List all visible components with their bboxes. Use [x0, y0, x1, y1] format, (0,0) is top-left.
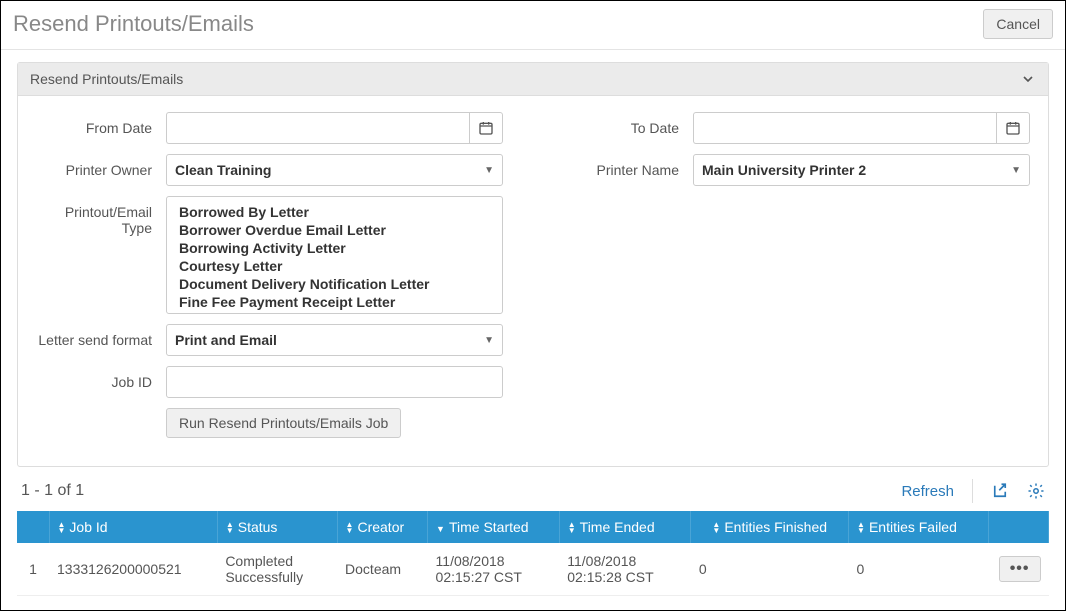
table-row: 1 1333126200000521 Completed Successfull…: [17, 543, 1049, 596]
panel-title: Resend Printouts/Emails: [30, 71, 183, 87]
list-item[interactable]: Fine Fee Payment Receipt Letter: [167, 293, 502, 311]
col-entities-finished[interactable]: ▲▼Entities Finished: [691, 511, 849, 543]
from-date-label: From Date: [36, 112, 166, 136]
printer-owner-label: Printer Owner: [36, 154, 166, 178]
run-job-button[interactable]: Run Resend Printouts/Emails Job: [166, 408, 401, 438]
list-item[interactable]: Courtesy Letter: [167, 257, 502, 275]
col-time-ended[interactable]: ▲▼Time Ended: [559, 511, 691, 543]
export-icon[interactable]: [991, 482, 1009, 500]
cell-time-started: 11/08/2018 02:15:27 CST: [428, 543, 560, 596]
cell-entities-failed: 0: [849, 543, 989, 596]
chevron-down-icon[interactable]: [1020, 71, 1036, 87]
calendar-icon[interactable]: [469, 112, 503, 144]
cell-entities-finished: 0: [691, 543, 849, 596]
letter-format-label: Letter send format: [36, 324, 166, 348]
letter-format-select[interactable]: Print and Email ▼: [166, 324, 503, 356]
to-date-label: To Date: [563, 112, 693, 136]
col-entities-failed[interactable]: ▲▼Entities Failed: [849, 511, 989, 543]
refresh-link[interactable]: Refresh: [901, 483, 954, 500]
printer-name-label: Printer Name: [563, 154, 693, 178]
cancel-button[interactable]: Cancel: [983, 9, 1053, 39]
to-date-input[interactable]: [693, 112, 996, 144]
from-date-input[interactable]: [166, 112, 469, 144]
printout-type-label: Printout/Email Type: [36, 196, 166, 236]
jobs-table: ▲▼Job Id ▲▼Status ▲▼Creator ▼Time Starte…: [17, 511, 1049, 596]
divider: [972, 479, 973, 503]
list-item[interactable]: Borrowed By Letter: [167, 203, 502, 221]
col-status[interactable]: ▲▼Status: [217, 511, 337, 543]
list-item[interactable]: Borrowing Activity Letter: [167, 239, 502, 257]
printer-name-select[interactable]: Main University Printer 2 ▼: [693, 154, 1030, 186]
cell-status: Completed Successfully: [217, 543, 337, 596]
row-actions-button[interactable]: •••: [999, 556, 1041, 582]
col-job-id[interactable]: ▲▼Job Id: [49, 511, 217, 543]
page-title: Resend Printouts/Emails: [13, 11, 254, 37]
printer-owner-select[interactable]: Clean Training ▼: [166, 154, 503, 186]
printer-owner-value: Clean Training: [175, 162, 271, 178]
cell-job-id: 1333126200000521: [49, 543, 217, 596]
col-creator[interactable]: ▲▼Creator: [337, 511, 428, 543]
caret-down-icon: ▼: [484, 165, 494, 176]
calendar-icon[interactable]: [996, 112, 1030, 144]
col-index: [17, 511, 49, 543]
col-actions: [989, 511, 1049, 543]
job-id-label: Job ID: [36, 366, 166, 390]
job-id-input[interactable]: [166, 366, 503, 398]
printout-type-listbox[interactable]: Borrowed By Letter Borrower Overdue Emai…: [166, 196, 503, 314]
record-range: 1 - 1 of 1: [21, 482, 84, 500]
col-time-started[interactable]: ▼Time Started: [428, 511, 560, 543]
gear-icon[interactable]: [1027, 482, 1045, 500]
letter-format-value: Print and Email: [175, 332, 277, 348]
printer-name-value: Main University Printer 2: [702, 162, 866, 178]
caret-down-icon: ▼: [484, 335, 494, 346]
cell-time-ended: 11/08/2018 02:15:28 CST: [559, 543, 691, 596]
list-item[interactable]: Document Delivery Notification Letter: [167, 275, 502, 293]
cell-creator: Docteam: [337, 543, 428, 596]
filters-panel: Resend Printouts/Emails From Date: [17, 62, 1049, 467]
cell-index: 1: [17, 543, 49, 596]
list-item[interactable]: Borrower Overdue Email Letter: [167, 221, 502, 239]
caret-down-icon: ▼: [1011, 165, 1021, 176]
